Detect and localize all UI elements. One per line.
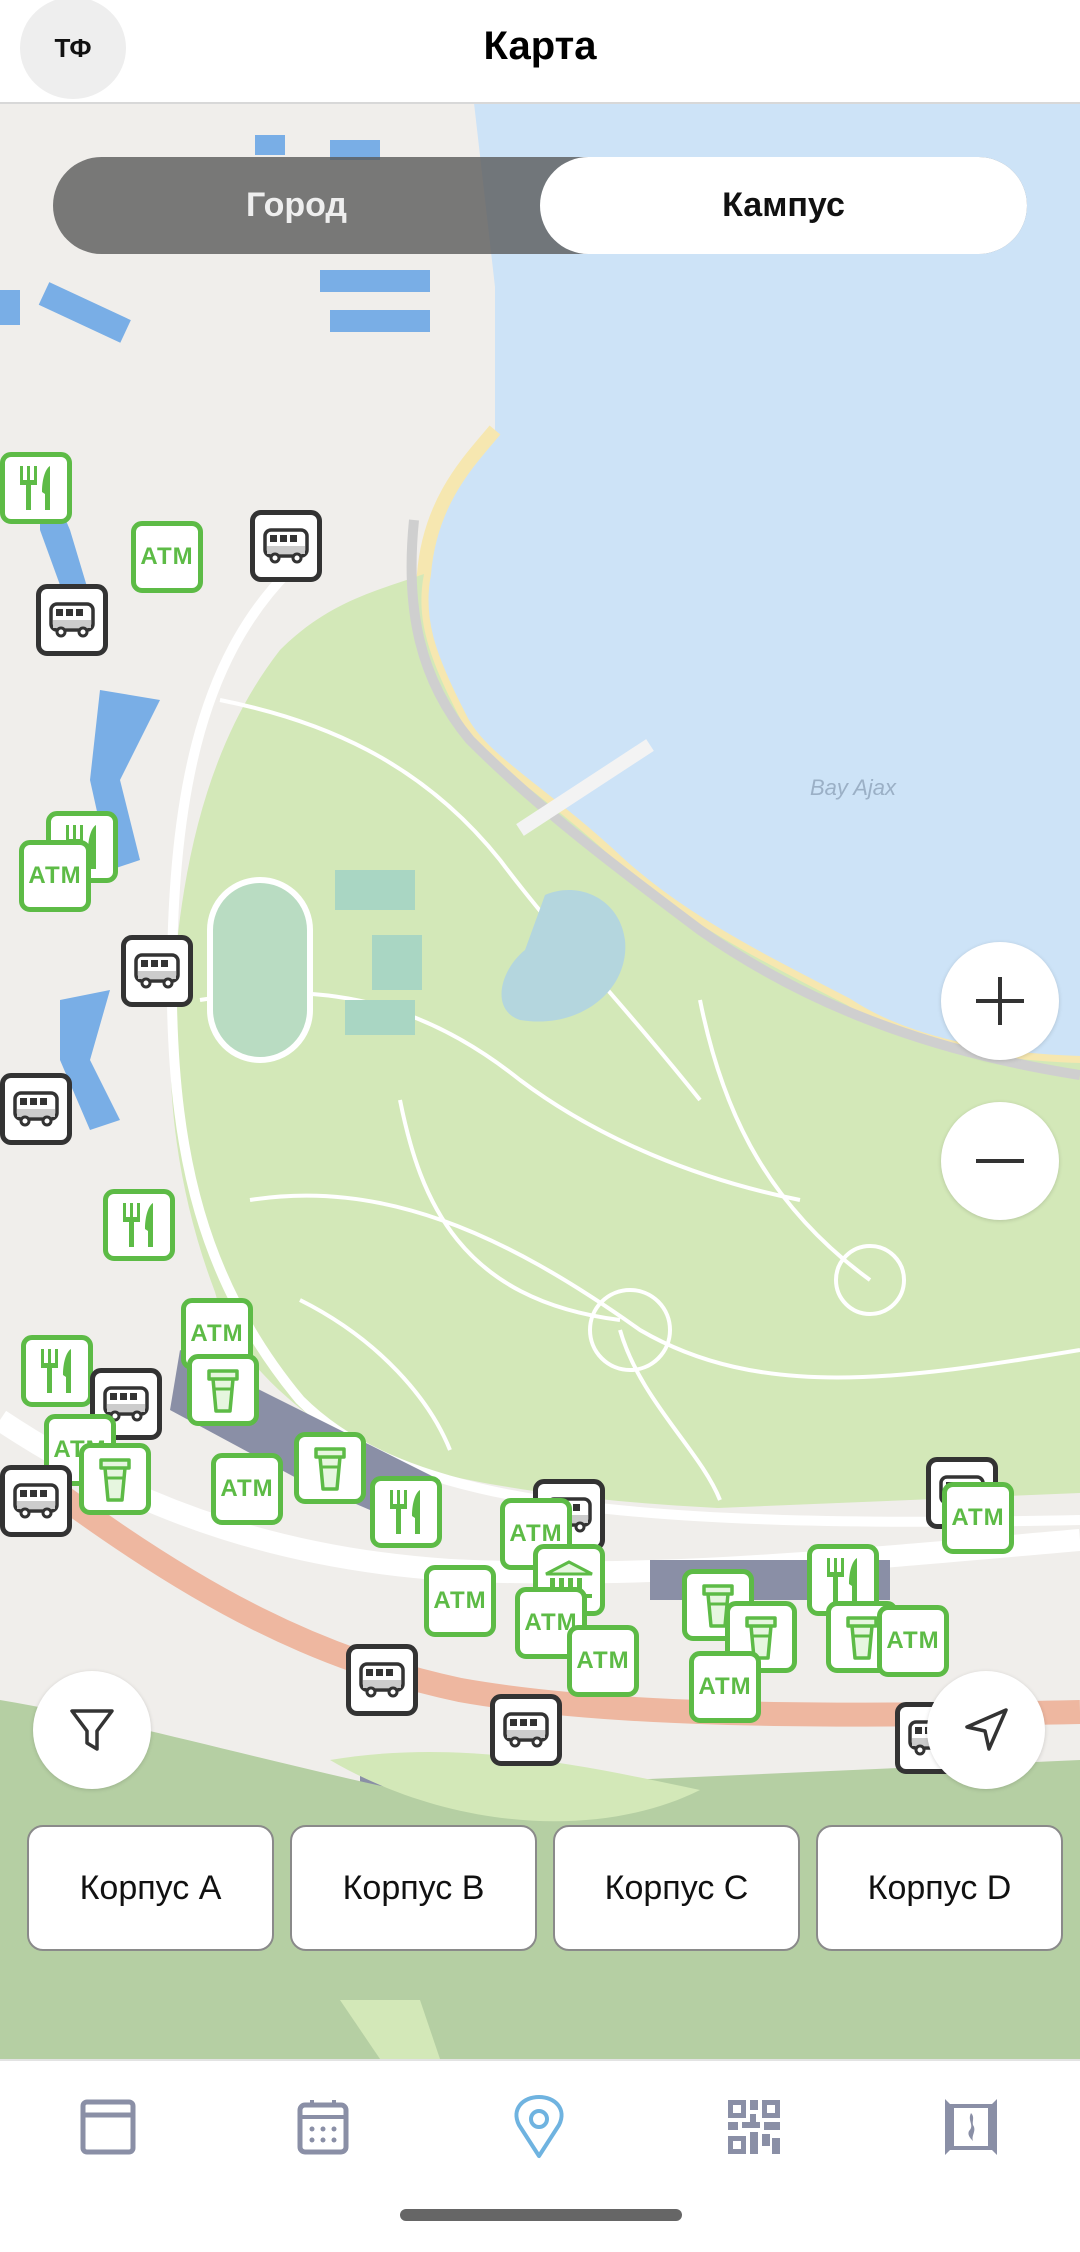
atm-label: ATM (190, 1320, 244, 1347)
header: ТФ Карта (0, 0, 1080, 104)
nav-map[interactable] (484, 2087, 594, 2167)
fork-knife-icon (41, 1349, 71, 1393)
nav-qr[interactable] (699, 2087, 809, 2167)
building-c-button[interactable]: Корпус C (553, 1825, 800, 1951)
map-pin-icon (514, 2095, 564, 2158)
bus-icon (13, 1483, 59, 1519)
filter-icon (70, 1709, 114, 1751)
navigation-arrow-icon (965, 1708, 1008, 1751)
atm-label: ATM (433, 1587, 487, 1614)
atm-marker[interactable]: ATM (877, 1605, 949, 1677)
bus-marker[interactable] (490, 1694, 562, 1766)
atm-marker[interactable]: ATM (567, 1625, 639, 1697)
coffee-marker[interactable] (187, 1354, 259, 1426)
bottom-nav (0, 2059, 1080, 2252)
filter-button[interactable] (33, 1671, 151, 1789)
atm-marker[interactable]: ATM (942, 1482, 1014, 1554)
atm-label: ATM (28, 862, 82, 889)
bus-icon (263, 528, 309, 564)
coffee-marker[interactable] (79, 1443, 151, 1515)
coffee-cup-icon (207, 1369, 239, 1413)
toggle-city[interactable]: Город (53, 157, 540, 254)
page-title: Карта (483, 24, 597, 68)
atm-marker[interactable]: ATM (19, 840, 91, 912)
atm-label: ATM (951, 1504, 1005, 1531)
bus-icon (359, 1662, 405, 1698)
bus-icon (503, 1712, 549, 1748)
plus-icon (976, 977, 1024, 1025)
coffee-cup-icon (846, 1616, 878, 1660)
zoom-out-button[interactable] (941, 1102, 1059, 1220)
bus-icon (134, 953, 180, 989)
atm-marker[interactable]: ATM (131, 521, 203, 593)
atm-label: ATM (140, 543, 194, 570)
locate-button[interactable] (927, 1671, 1045, 1789)
news-icon (80, 2099, 136, 2155)
food-marker[interactable] (21, 1335, 93, 1407)
qr-code-icon (728, 2100, 780, 2154)
minus-icon (976, 1159, 1024, 1163)
zoom-in-button[interactable] (941, 942, 1059, 1060)
coffee-cup-icon (314, 1447, 346, 1491)
water-label: Bay Ajax (810, 775, 897, 800)
food-marker[interactable] (103, 1189, 175, 1261)
pass-card-icon (945, 2099, 997, 2155)
atm-marker[interactable]: ATM (424, 1565, 496, 1637)
building-b-button[interactable]: Корпус B (290, 1825, 537, 1951)
home-indicator[interactable] (400, 2209, 682, 2221)
building-a-button[interactable]: Корпус A (27, 1825, 274, 1951)
toggle-campus[interactable]: Кампус (540, 157, 1027, 254)
fork-knife-icon (390, 1490, 420, 1534)
map-mode-toggle: Город Кампус (53, 157, 1027, 254)
bus-icon (13, 1091, 59, 1127)
coffee-marker[interactable] (294, 1432, 366, 1504)
coffee-cup-icon (99, 1458, 131, 1502)
fork-knife-icon (20, 466, 50, 510)
bus-marker[interactable] (346, 1644, 418, 1716)
fork-knife-icon (827, 1558, 857, 1602)
bus-marker[interactable] (0, 1073, 72, 1145)
bus-marker[interactable] (36, 584, 108, 656)
atm-label: ATM (576, 1647, 630, 1674)
bus-marker[interactable] (250, 510, 322, 582)
food-marker[interactable] (0, 452, 72, 524)
building-d-button[interactable]: Корпус D (816, 1825, 1063, 1951)
atm-label: ATM (886, 1627, 940, 1654)
nav-calendar[interactable] (268, 2087, 378, 2167)
building-list: Корпус A Корпус B Корпус C Корпус D (27, 1825, 1063, 1951)
calendar-icon (297, 2100, 349, 2155)
nav-news[interactable] (53, 2087, 163, 2167)
food-marker[interactable] (370, 1476, 442, 1548)
fork-knife-icon (123, 1203, 153, 1247)
nav-pass[interactable] (916, 2087, 1026, 2167)
atm-marker[interactable]: ATM (689, 1651, 761, 1723)
atm-label: ATM (698, 1673, 752, 1700)
bus-marker[interactable] (0, 1465, 72, 1537)
atm-marker[interactable]: ATM (211, 1453, 283, 1525)
bus-icon (49, 602, 95, 638)
atm-label: ATM (220, 1475, 274, 1502)
bus-marker[interactable] (121, 935, 193, 1007)
